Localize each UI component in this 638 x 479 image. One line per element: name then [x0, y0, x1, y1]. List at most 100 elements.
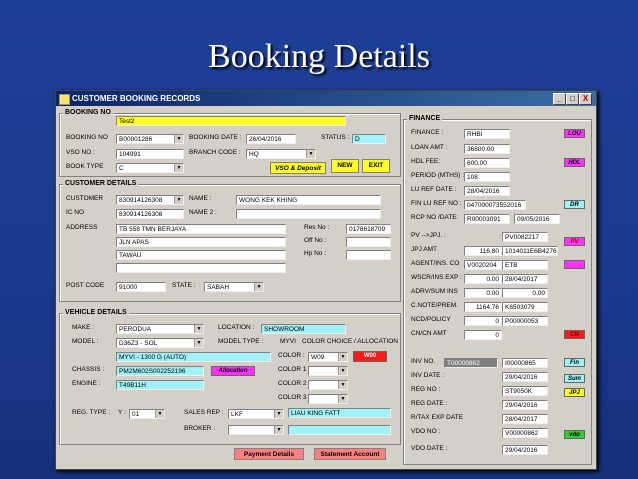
inv-prefix-field[interactable]: T00000862: [444, 358, 498, 368]
rtax-exp-field[interactable]: 28/04/2017: [502, 414, 548, 424]
chevron-down-icon[interactable]: ▼: [274, 426, 283, 434]
wscr-amt-field[interactable]: 0.00: [464, 274, 502, 284]
allocation-button[interactable]: Allocation: [211, 366, 255, 376]
dr-button[interactable]: DR: [564, 200, 585, 209]
customer-select[interactable]: 830914126308 ▼: [116, 195, 184, 205]
cnote-field[interactable]: K6503079: [502, 302, 548, 312]
hp-no-field[interactable]: [346, 250, 391, 260]
chevron-down-icon[interactable]: ▼: [155, 410, 164, 418]
maximize-button[interactable]: □: [566, 93, 579, 105]
hdl-button[interactable]: HDL: [564, 158, 585, 167]
adrv-field-2[interactable]: 0.00: [502, 288, 548, 298]
make-select[interactable]: PERODUA ▼: [116, 324, 204, 334]
address-line3-field[interactable]: TAWAU: [116, 250, 286, 260]
chevron-down-icon[interactable]: ▼: [174, 196, 183, 204]
agent-code-field[interactable]: V0020204: [464, 260, 502, 270]
cn-button[interactable]: CN: [564, 330, 585, 339]
sales-rep-name-field[interactable]: LIAU KING FATT: [288, 408, 391, 418]
inv-date-field[interactable]: 29/04/2016: [502, 372, 548, 382]
color-select[interactable]: W09 ▼: [308, 352, 348, 362]
vdo-date-field[interactable]: 29/04/2016: [502, 445, 548, 455]
rcp-date-field[interactable]: 09/05/2016: [514, 214, 560, 224]
policy-field[interactable]: P00000053: [502, 316, 548, 326]
reg-no-field[interactable]: ST9050K: [502, 386, 548, 396]
color1-select[interactable]: ▼: [308, 366, 348, 376]
chevron-down-icon[interactable]: ▼: [338, 353, 347, 361]
reg-date-field[interactable]: 29/04/2016: [502, 400, 548, 410]
broker-name-field[interactable]: [288, 425, 391, 435]
location-field[interactable]: SHOWROOM: [261, 324, 346, 334]
color1-label: COLOR 1 :: [278, 366, 311, 373]
status-field[interactable]: D: [352, 134, 386, 144]
loan-amt-field[interactable]: 36800.00: [464, 144, 510, 154]
jpj-amt-field[interactable]: 116.80: [464, 246, 502, 256]
chevron-down-icon[interactable]: ▼: [338, 381, 347, 389]
finance-field[interactable]: RHBI: [464, 129, 510, 139]
exit-button[interactable]: EXIT: [362, 159, 390, 173]
cn-amt-field[interactable]: 0: [464, 330, 502, 340]
vdo-no-field[interactable]: V00000862: [502, 428, 548, 438]
sales-rep-select[interactable]: LKF ▼: [228, 409, 284, 419]
address-line2-field[interactable]: JLN APAS: [116, 237, 286, 247]
chassis-field[interactable]: PM2M602S002252196: [116, 366, 204, 376]
model-description-field[interactable]: MYVI - 1300 G (AUTO): [116, 352, 271, 362]
adrv-field-1[interactable]: 0.00: [464, 288, 502, 298]
wscr-date-field[interactable]: 28/04/2017: [502, 274, 548, 284]
color3-select[interactable]: ▼: [308, 394, 348, 404]
statement-account-button[interactable]: Statement Account: [314, 448, 386, 460]
booking-no-select[interactable]: B00001286 ▼: [116, 134, 184, 144]
vso-field[interactable]: 104991: [116, 149, 184, 159]
cnote-amt-field[interactable]: 1164.76: [464, 302, 502, 312]
name-field[interactable]: WONG KEK KHING: [236, 195, 381, 205]
color2-select[interactable]: ▼: [308, 380, 348, 390]
agent-name-field[interactable]: ETB: [502, 260, 548, 270]
ic-field[interactable]: 830914126308: [116, 209, 184, 219]
state-select[interactable]: SABAH ▼: [204, 282, 264, 292]
off-no-field[interactable]: [346, 237, 391, 247]
minimize-button[interactable]: _: [553, 93, 566, 105]
payment-details-button[interactable]: Payment Details: [234, 448, 304, 460]
sum-button[interactable]: Sum: [564, 374, 585, 383]
lu-ref-date-field[interactable]: 28/04/2016: [464, 186, 510, 196]
pv-button[interactable]: PV: [564, 237, 585, 246]
chevron-down-icon[interactable]: ▼: [194, 339, 203, 347]
close-button[interactable]: X: [579, 93, 592, 105]
pv-jpj-field[interactable]: PV0082217: [502, 232, 548, 242]
fin-lu-ref-field[interactable]: 047000073552016: [464, 200, 526, 210]
title-bar[interactable]: CUSTOMER BOOKING RECORDS _ □ X: [56, 91, 596, 106]
address-line1-field[interactable]: TB 558 TMN BERJAYA: [116, 224, 286, 234]
fin-button[interactable]: Fin: [564, 358, 585, 367]
jpj-button[interactable]: JPJ: [564, 388, 585, 397]
new-button[interactable]: NEW: [331, 159, 359, 173]
hdl-fee-field[interactable]: 600.00: [464, 158, 510, 168]
vso-deposit-button[interactable]: VSO & Deposit: [270, 162, 326, 174]
rcp-no-field[interactable]: R00003091: [464, 214, 510, 224]
chevron-down-icon[interactable]: ▼: [338, 395, 347, 403]
period-field[interactable]: 108: [464, 172, 510, 182]
branch-select[interactable]: HQ ▼: [246, 149, 316, 159]
name2-field[interactable]: [236, 209, 381, 219]
chevron-down-icon[interactable]: ▼: [306, 150, 315, 158]
chevron-down-icon[interactable]: ▼: [254, 283, 263, 291]
chevron-down-icon[interactable]: ▼: [194, 325, 203, 333]
lou-button[interactable]: LOU: [564, 129, 585, 138]
chevron-down-icon[interactable]: ▼: [174, 164, 183, 172]
address-line4-field[interactable]: [116, 263, 286, 273]
res-no-field[interactable]: 0178618709: [346, 224, 391, 234]
broker-select[interactable]: ▼: [228, 425, 284, 435]
postcode-field[interactable]: 91000: [116, 282, 166, 292]
jpj-ref-field[interactable]: 1014011E6B4276: [502, 246, 558, 256]
chevron-down-icon[interactable]: ▼: [274, 410, 283, 418]
booking-date-field[interactable]: 26/04/2016: [246, 134, 296, 144]
chevron-down-icon[interactable]: ▼: [174, 135, 183, 143]
engine-field[interactable]: T49B11H: [116, 380, 204, 390]
ncd-field[interactable]: 0: [464, 316, 502, 326]
vdo-button[interactable]: vdo: [564, 430, 585, 439]
inv-no-field[interactable]: I00000865: [502, 358, 548, 368]
book-type-select[interactable]: C ▼: [116, 163, 184, 173]
model-select[interactable]: D36Z3 - SOL ▼: [116, 338, 204, 348]
booking-no-header-field[interactable]: Test2: [116, 116, 346, 126]
chevron-down-icon[interactable]: ▼: [338, 367, 347, 375]
reg-type-select[interactable]: 01 ▼: [129, 409, 165, 419]
ins-button[interactable]: [564, 260, 585, 269]
